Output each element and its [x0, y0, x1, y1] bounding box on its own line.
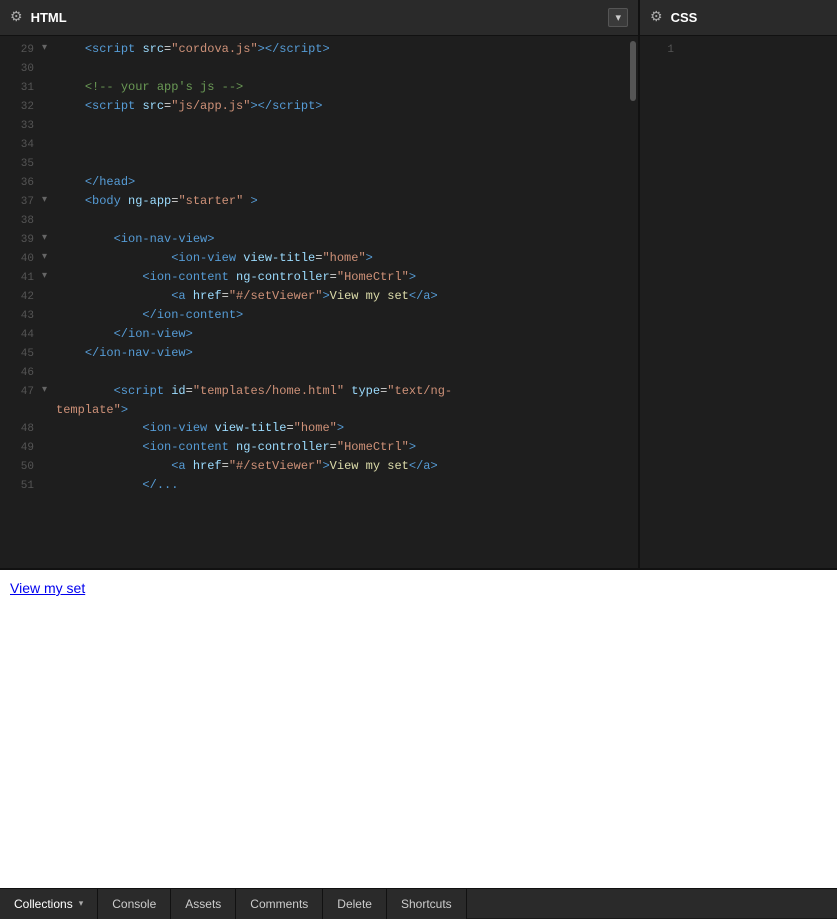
code-line-44: 44 </ion-view> [0, 325, 628, 344]
html-dropdown-button[interactable]: ▾ [608, 8, 628, 27]
code-line-51: 51 </... [0, 476, 628, 495]
html-panel-title: HTML [31, 10, 67, 25]
code-line-50: 50 <a href="#/setViewer">View my set</a> [0, 457, 628, 476]
code-line-31: 31 <!-- your app's js --> [0, 78, 628, 97]
code-line-42: 42 <a href="#/setViewer">View my set</a> [0, 287, 628, 306]
collections-chevron-icon: ▾ [79, 898, 84, 909]
shortcuts-button[interactable]: Shortcuts [387, 889, 467, 919]
code-line-33: 33 [0, 116, 628, 135]
code-line-40: 40 ▾ <ion-view view-title="home"> [0, 249, 628, 268]
collections-button[interactable]: Collections ▾ [0, 889, 98, 919]
console-button[interactable]: Console [98, 889, 171, 919]
html-panel: ⚙ HTML ▾ 29 ▾ <script src="cordova.js"><… [0, 0, 640, 568]
html-code-container[interactable]: 29 ▾ <script src="cordova.js"></script> … [0, 36, 628, 568]
css-panel-title: CSS [671, 10, 698, 25]
code-line-46: 46 [0, 363, 628, 382]
editor-area: ⚙ HTML ▾ 29 ▾ <script src="cordova.js"><… [0, 0, 837, 568]
css-line-1: 1 [640, 40, 837, 59]
code-line-32: 32 <script src="js/app.js"></script> [0, 97, 628, 116]
code-line-41: 41 ▾ <ion-content ng-controller="HomeCtr… [0, 268, 628, 287]
code-line-29: 29 ▾ <script src="cordova.js"></script> [0, 40, 628, 59]
assets-button[interactable]: Assets [171, 889, 236, 919]
comments-button[interactable]: Comments [236, 889, 323, 919]
html-scrollbar[interactable] [628, 36, 638, 568]
code-line-48: 48 <ion-view view-title="home"> [0, 419, 628, 438]
code-line-47b: template"> [0, 401, 628, 419]
code-line-35: 35 [0, 154, 628, 173]
css-panel-header: ⚙ CSS [640, 0, 837, 36]
html-scrollbar-thumb[interactable] [630, 41, 636, 101]
preview-link[interactable]: View my set [10, 580, 85, 596]
code-line-39: 39 ▾ <ion-nav-view> [0, 230, 628, 249]
code-line-49: 49 <ion-content ng-controller="HomeCtrl"… [0, 438, 628, 457]
code-line-43: 43 </ion-content> [0, 306, 628, 325]
delete-button[interactable]: Delete [323, 889, 387, 919]
code-line-34: 34 [0, 135, 628, 154]
code-line-37: 37 ▾ <body ng-app="starter" > [0, 192, 628, 211]
code-line-45: 45 </ion-nav-view> [0, 344, 628, 363]
code-line-38: 38 [0, 211, 628, 230]
css-code-container[interactable]: 1 [640, 36, 837, 568]
gear-icon: ⚙ [10, 9, 23, 26]
preview-area: View my set [0, 568, 837, 888]
html-panel-header: ⚙ HTML ▾ [0, 0, 638, 36]
css-panel: ⚙ CSS 1 [640, 0, 837, 568]
bottom-bar: Collections ▾ Console Assets Comments De… [0, 888, 837, 918]
code-line-30: 30 [0, 59, 628, 78]
code-line-36: 36 </head> [0, 173, 628, 192]
code-line-47: 47 ▾ <script id="templates/home.html" ty… [0, 382, 628, 401]
css-gear-icon: ⚙ [650, 9, 663, 26]
